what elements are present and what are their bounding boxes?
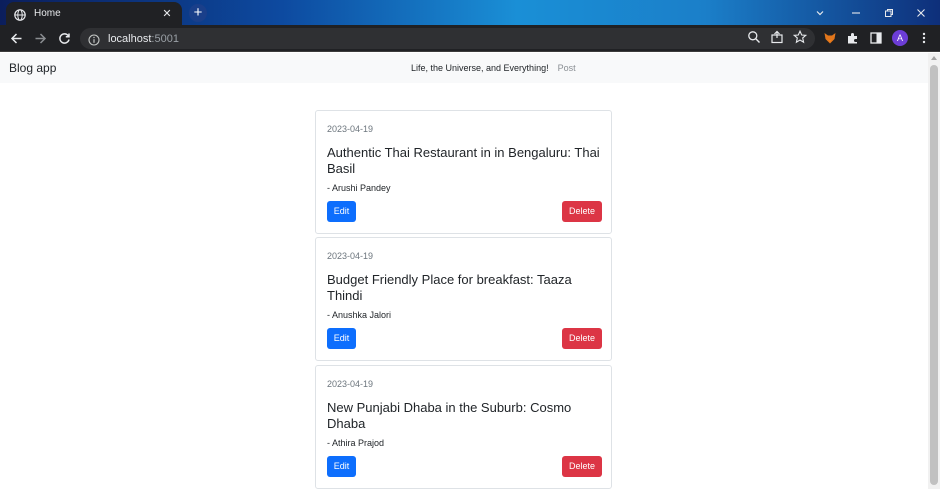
navbar-brand[interactable]: Blog app bbox=[9, 61, 56, 75]
url-host: localhost bbox=[108, 32, 152, 45]
close-window-icon[interactable] bbox=[905, 0, 937, 25]
edit-button[interactable]: Edit bbox=[327, 456, 356, 477]
url-port: :5001 bbox=[151, 32, 179, 45]
post-card: 2023-04-19 Budget Friendly Place for bre… bbox=[315, 237, 612, 361]
delete-button[interactable]: Delete bbox=[562, 201, 602, 222]
post-card: 2023-04-19 Authentic Thai Restaurant in … bbox=[315, 110, 612, 234]
scroll-thumb[interactable] bbox=[930, 65, 938, 485]
post-date: 2023-04-19 bbox=[327, 379, 374, 389]
sidepanel-icon[interactable] bbox=[869, 31, 883, 45]
browser-tab-home[interactable]: Home ✕ bbox=[6, 2, 182, 25]
restore-icon[interactable] bbox=[873, 0, 905, 25]
page-viewport: Blog app Life, the Universe, and Everyth… bbox=[0, 53, 928, 489]
profile-avatar[interactable]: A bbox=[892, 30, 908, 46]
zoom-icon[interactable] bbox=[747, 30, 761, 44]
address-bar[interactable]: localhost :5001 bbox=[80, 28, 815, 49]
page-scrollbar[interactable] bbox=[928, 53, 940, 489]
post-author: - Arushi Pandey bbox=[327, 183, 391, 193]
browser-toolbar: localhost :5001 A bbox=[0, 25, 940, 52]
post-date: 2023-04-19 bbox=[327, 251, 374, 261]
reload-icon[interactable] bbox=[56, 30, 72, 46]
post-title: New Punjabi Dhaba in the Suburb: Cosmo D… bbox=[327, 400, 572, 431]
post-date: 2023-04-19 bbox=[327, 124, 374, 134]
post-author: - Anushka Jalori bbox=[327, 310, 392, 320]
browser-tab-title: Home bbox=[34, 8, 61, 19]
menu-icon[interactable] bbox=[917, 31, 931, 45]
fox-extension-icon[interactable] bbox=[823, 31, 837, 45]
puzzle-icon[interactable] bbox=[846, 31, 860, 45]
edit-button[interactable]: Edit bbox=[327, 328, 356, 349]
nav-link-home[interactable]: Life, the Universe, and Everything! bbox=[411, 63, 549, 73]
info-icon[interactable] bbox=[88, 33, 100, 46]
nav-link-post[interactable]: Post bbox=[558, 63, 576, 73]
post-card: 2023-04-19 New Punjabi Dhaba in the Subu… bbox=[315, 365, 612, 489]
post-author: - Athira Prajod bbox=[327, 438, 385, 448]
app-navbar: Blog app Life, the Universe, and Everyth… bbox=[0, 53, 928, 83]
navbar-links: Life, the Universe, and Everything! Post bbox=[411, 63, 576, 73]
edit-button[interactable]: Edit bbox=[327, 201, 356, 222]
star-icon[interactable] bbox=[792, 29, 808, 44]
delete-button[interactable]: Delete bbox=[562, 456, 602, 477]
post-title: Budget Friendly Place for breakfast: Taa… bbox=[327, 272, 572, 303]
share-icon[interactable] bbox=[770, 30, 784, 44]
browser-tab-bar: Home ✕ + bbox=[0, 0, 940, 25]
minimize-icon[interactable] bbox=[840, 0, 872, 25]
post-title: Authentic Thai Restaurant in in Bengalur… bbox=[327, 145, 600, 176]
tab-close-icon[interactable]: ✕ bbox=[160, 7, 174, 20]
delete-button[interactable]: Delete bbox=[562, 328, 602, 349]
globe-icon bbox=[14, 8, 26, 21]
back-icon[interactable] bbox=[8, 30, 24, 46]
forward-icon[interactable] bbox=[32, 30, 48, 46]
new-tab-button[interactable]: + bbox=[189, 4, 207, 22]
scroll-up-arrow-icon[interactable] bbox=[931, 56, 937, 60]
tab-search-icon[interactable] bbox=[804, 0, 836, 25]
